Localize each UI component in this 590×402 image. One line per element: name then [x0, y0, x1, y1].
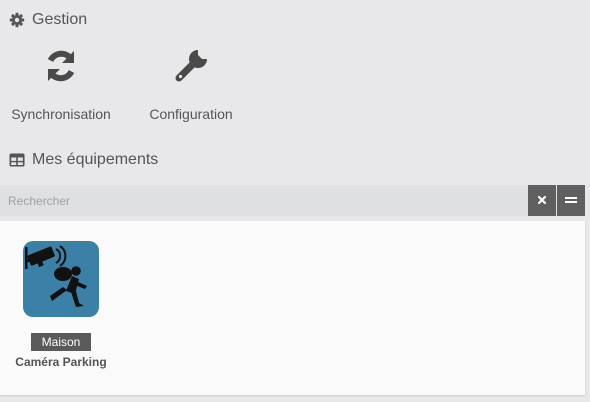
clear-search-button[interactable]	[528, 185, 556, 216]
equals-icon	[565, 192, 577, 210]
burglar-camera-icon	[23, 241, 99, 317]
configuration-button[interactable]: Configuration	[148, 46, 234, 122]
gestion-section-title: Gestion	[9, 11, 87, 29]
gear-icon	[9, 12, 25, 28]
equipment-name: Caméra Parking	[15, 355, 107, 369]
synchronisation-label: Synchronisation	[11, 106, 111, 122]
equipment-card[interactable]: Maison Caméra Parking	[14, 241, 108, 369]
gestion-title-text: Gestion	[32, 11, 88, 28]
equipements-panel: Maison Caméra Parking	[0, 221, 585, 395]
configuration-label: Configuration	[149, 106, 233, 122]
object-badge: Maison	[30, 333, 92, 351]
equipements-section-title: Mes équipements	[9, 151, 158, 169]
search-bar	[0, 185, 585, 216]
sync-icon	[41, 46, 81, 86]
display-mode-button[interactable]	[557, 185, 585, 216]
wrench-icon	[171, 46, 211, 86]
table-icon	[9, 152, 25, 168]
equipements-title-text: Mes équipements	[32, 151, 159, 168]
close-icon	[537, 192, 547, 210]
synchronisation-button[interactable]: Synchronisation	[10, 46, 112, 122]
search-input[interactable]	[0, 185, 528, 216]
